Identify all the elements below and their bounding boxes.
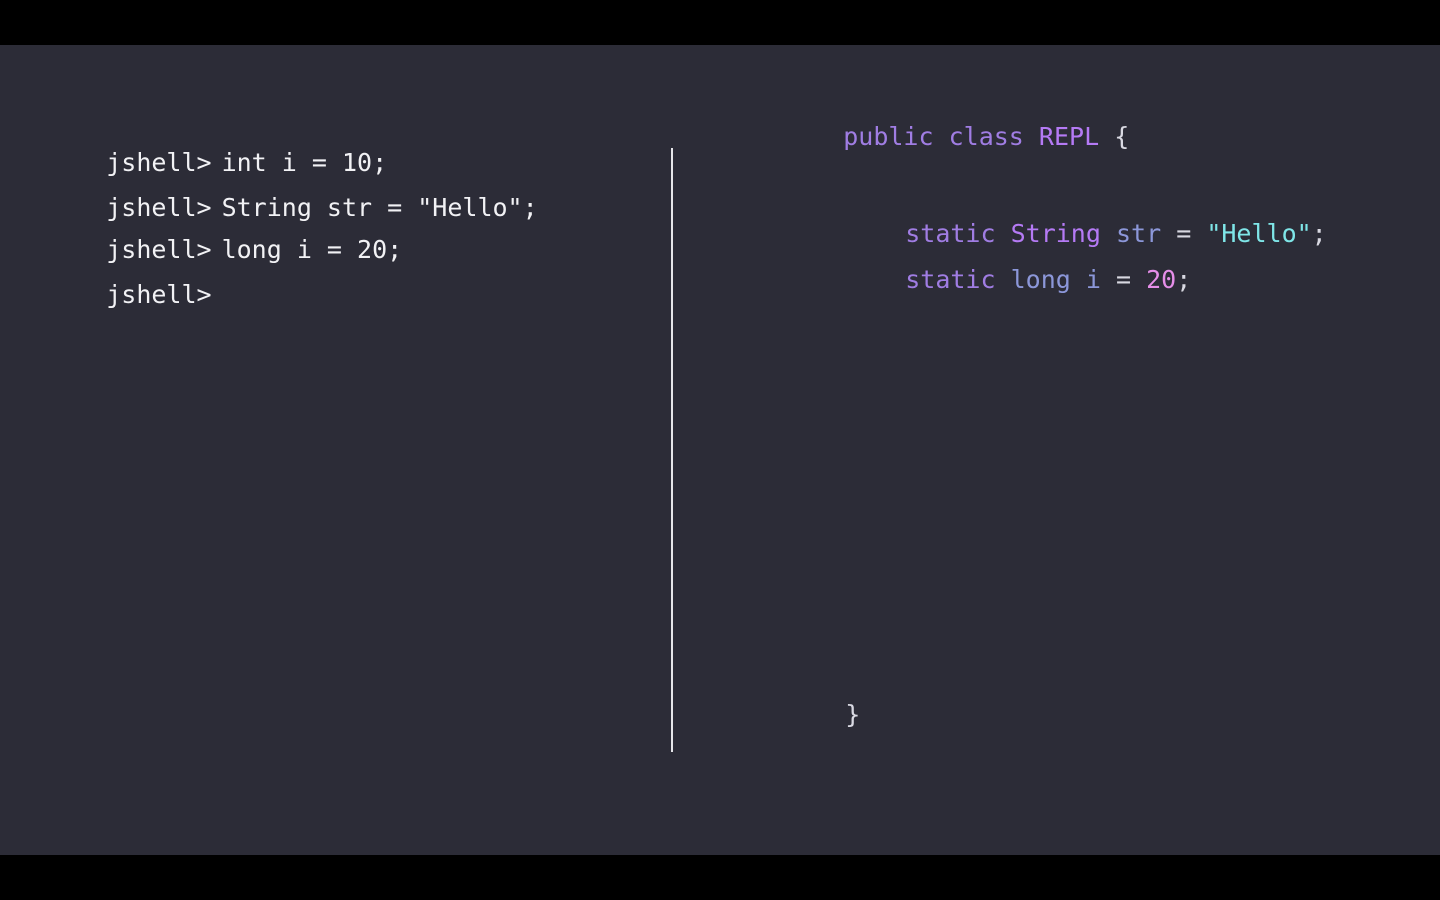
semicolon: ; xyxy=(1176,265,1192,294)
close-brace-glyph: } xyxy=(845,700,861,729)
keyword-class: class xyxy=(948,122,1024,151)
panel-divider xyxy=(671,148,673,752)
close-brace: } xyxy=(785,677,860,752)
repl-prompt: jshell> xyxy=(106,280,212,309)
class-name: REPL xyxy=(1038,122,1100,151)
class-declaration: public class REPL { xyxy=(783,99,1129,174)
string-literal: "Hello" xyxy=(1206,219,1312,248)
open-brace: { xyxy=(1114,122,1130,151)
letterbox-top xyxy=(0,0,1440,45)
letterbox-bottom xyxy=(0,855,1440,900)
semicolon: ; xyxy=(1311,219,1327,248)
number-literal: 20 xyxy=(1146,265,1177,294)
assign-operator: = xyxy=(1116,265,1132,294)
repl-command: long i = 20; xyxy=(221,235,403,264)
repl-line-4: jshell> xyxy=(46,257,222,332)
field-i-declaration: static long i = 20; xyxy=(845,242,1191,317)
keyword-static: static xyxy=(905,265,996,294)
field-name-i: i xyxy=(1085,265,1101,294)
type-long: long xyxy=(1010,265,1071,294)
slide-stage: jshell> int i = 10; jshell> String str = "… xyxy=(0,45,1440,855)
keyword-public: public xyxy=(843,122,934,151)
